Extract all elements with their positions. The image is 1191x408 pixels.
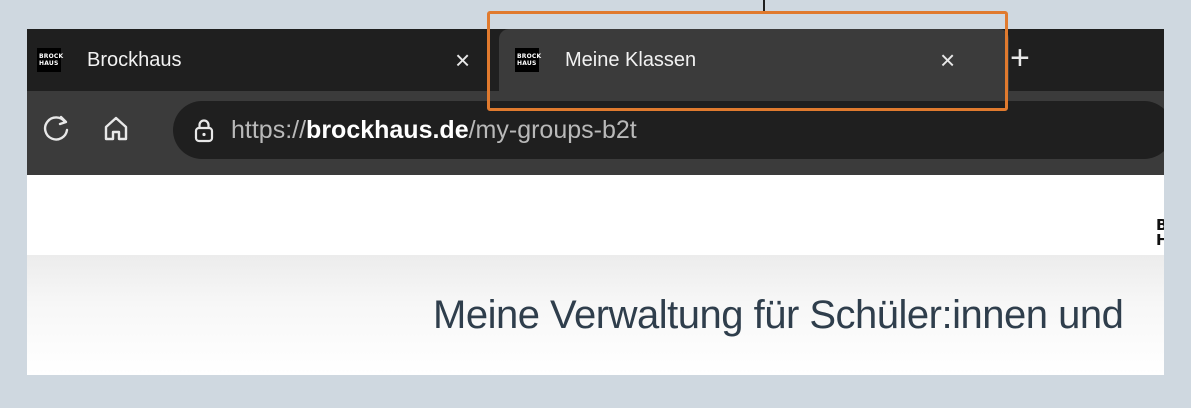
close-tab-icon[interactable]: × [455, 47, 470, 73]
lock-icon[interactable] [191, 117, 217, 143]
brockhaus-favicon-icon: BROCK HAUS [37, 48, 63, 72]
page-title: Meine Verwaltung für Schüler:innen und [433, 293, 1124, 337]
tab-brockhaus[interactable]: BROCK HAUS Brockhaus × [27, 29, 487, 91]
new-tab-button[interactable]: + [1010, 41, 1030, 75]
page-content: B H Meine Verwaltung für Schüler:innen u… [27, 175, 1164, 375]
url-path: /my-groups-b2t [468, 115, 637, 144]
url-protocol: https:// [231, 115, 307, 144]
url-text: https://brockhaus.de/my-groups-b2t [231, 116, 637, 145]
home-icon[interactable] [101, 113, 131, 143]
url-domain: brockhaus.de [306, 115, 469, 144]
brockhaus-logo[interactable]: B H [1156, 218, 1164, 248]
hero-section: Meine Verwaltung für Schüler:innen und [27, 255, 1164, 375]
tab-title: Brockhaus [87, 48, 182, 71]
reload-icon[interactable] [41, 113, 71, 143]
active-tab-highlight [487, 11, 1008, 111]
